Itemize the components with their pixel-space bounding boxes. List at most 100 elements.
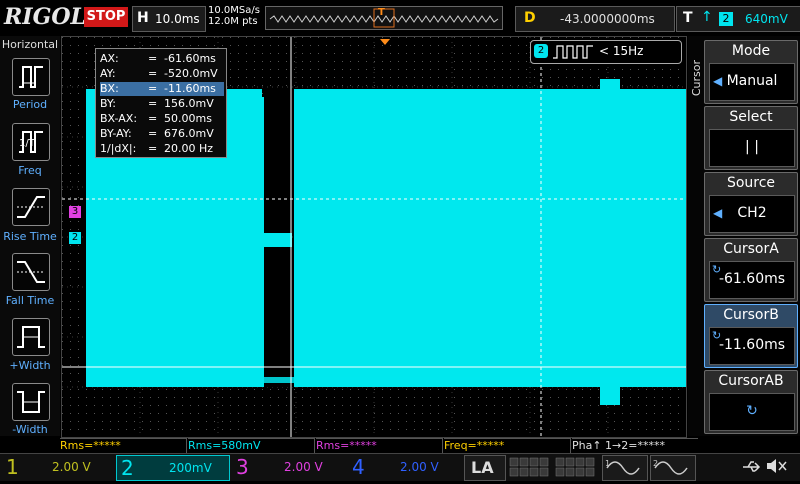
brand-logo: RIGOL: [4, 4, 86, 30]
positive-width-icon: [17, 326, 45, 348]
cursor-a-value: -61.60ms: [718, 271, 786, 287]
readout-row: BY: = 156.0mV: [100, 97, 224, 111]
readout-name: BX:: [100, 82, 119, 95]
source-menu[interactable]: Source ◀ CH2: [704, 172, 798, 236]
select-menu[interactable]: Select | |: [704, 106, 798, 170]
cursor-readout-panel: AX: = -61.60ms AY: = -520.0mV BX: = -11.…: [95, 48, 227, 158]
measurement-item[interactable]: Rms=*****: [60, 438, 187, 453]
trigger-label: T: [683, 10, 693, 26]
frequency-indicator: 2 < 15Hz: [530, 40, 682, 64]
la-label: LA: [471, 458, 494, 477]
readout-row: AY: = -520.0mV: [100, 67, 224, 81]
measurement-item[interactable]: Pha↑ 1→2=*****: [572, 438, 698, 453]
channel-3-button[interactable]: 3 2.00 V: [232, 455, 344, 479]
svg-text:1: 1: [605, 459, 610, 468]
freq-channel-badge: 2: [534, 44, 548, 58]
timebase-label: H: [137, 10, 149, 26]
cursor-ab-menu[interactable]: CursorAB ↻: [704, 370, 798, 434]
readout-equals: =: [148, 97, 158, 110]
horizontal-panel-title: Horizontal: [1, 38, 59, 51]
cursor-a-menu[interactable]: CursorA ↻ -61.60ms: [704, 238, 798, 302]
negative-width-button[interactable]: [12, 383, 50, 421]
readout-row: AX: = -61.60ms: [100, 52, 224, 66]
channel-2-scale: 200mV: [169, 461, 212, 475]
rise-time-icon: [17, 196, 45, 218]
source-2-button[interactable]: 2: [650, 455, 696, 481]
channel-1-number: 1: [6, 455, 19, 479]
readout-name: BY:: [100, 97, 116, 110]
negative-width-label: -Width: [12, 423, 48, 436]
mode-title: Mode: [731, 43, 771, 59]
usb-icon: [740, 458, 762, 476]
trigger-channel-badge: 2: [719, 12, 733, 26]
mode-menu[interactable]: Mode ◀ Manual: [704, 40, 798, 104]
readout-value: 50.00ms: [164, 112, 212, 125]
ch2-offset-marker[interactable]: 2: [69, 232, 81, 244]
channel-2-button[interactable]: 2 200mV: [116, 455, 230, 481]
channel-2-number: 2: [121, 456, 134, 480]
measurement-item[interactable]: Freq=*****: [444, 438, 571, 453]
source-1-button[interactable]: 1: [602, 455, 648, 481]
ch3-offset-marker[interactable]: 3: [69, 206, 81, 218]
speaker-muted-icon[interactable]: [764, 456, 790, 476]
digital-bits-icon: [509, 457, 595, 477]
sine-wave-icon: 2: [653, 459, 688, 475]
rising-edge-icon: ↑: [701, 9, 713, 25]
readout-value: 156.0mV: [164, 97, 214, 110]
cursor-ab-title: CursorAB: [718, 373, 784, 389]
delay-box[interactable]: D -43.0000000ms: [515, 6, 675, 32]
delay-value: -43.0000000ms: [560, 12, 655, 26]
measurement-item[interactable]: Rms=580mV: [188, 438, 315, 453]
rise-time-button[interactable]: [12, 188, 50, 226]
select-value-box: | |: [709, 129, 795, 167]
freq-icon: 1/T: [19, 131, 43, 153]
trigger-box[interactable]: T ↑ 2 640mV: [676, 6, 800, 32]
readout-equals: =: [148, 112, 158, 125]
freq-value: < 15Hz: [599, 44, 644, 58]
memory-overview: T: [265, 6, 503, 30]
readout-value: 676.0mV: [164, 127, 214, 140]
freq-button[interactable]: 1/T: [12, 123, 50, 161]
period-label: Period: [12, 98, 48, 111]
channel-1-button[interactable]: 1 2.00 V: [2, 455, 114, 479]
sample-rate: 10.0MSa/s: [208, 5, 260, 16]
cursor-b-value: -11.60ms: [718, 337, 786, 353]
timebase-box[interactable]: H 10.0ms: [132, 6, 206, 32]
readout-row-selected: BX: = -11.60ms: [100, 82, 224, 96]
cursor-ab-value-box: ↻: [709, 393, 795, 431]
rise-time-label: Rise Time: [3, 230, 57, 243]
mode-value-box: ◀ Manual: [709, 63, 795, 101]
period-button[interactable]: [12, 58, 50, 96]
source-title: Source: [726, 175, 776, 191]
cursor-b-menu[interactable]: CursorB ↻ -11.60ms: [704, 304, 798, 368]
fall-time-button[interactable]: [12, 253, 50, 291]
positive-width-button[interactable]: [12, 318, 50, 356]
measurement-item[interactable]: Rms=*****: [316, 438, 443, 453]
readout-name: 1/|dX|:: [100, 142, 137, 155]
readout-row: BY-AY: = 676.0mV: [100, 127, 224, 141]
mode-value: Manual: [726, 73, 778, 89]
readout-equals: =: [148, 67, 158, 80]
cursor-a-value-box: ↻ -61.60ms: [709, 261, 795, 299]
measurement-label: Freq=*****: [444, 439, 505, 452]
readout-equals: =: [148, 52, 158, 65]
run-stop-button[interactable]: STOP: [84, 7, 128, 27]
delay-label: D: [524, 10, 536, 26]
sine-wave-icon: 1: [605, 459, 640, 475]
channel-3-number: 3: [236, 455, 249, 479]
channel-1-scale: 2.00 V: [52, 460, 91, 474]
la-button[interactable]: LA: [464, 455, 506, 481]
channel-4-button[interactable]: 4 2.00 V: [348, 455, 460, 479]
fall-time-icon: [17, 261, 45, 283]
svg-text:2: 2: [653, 459, 658, 468]
measurement-label: Pha↑ 1→2=*****: [572, 439, 665, 452]
sample-rate-readout: 10.0MSa/s 12.0M pts: [208, 5, 260, 27]
readout-value: 20.00 Hz: [164, 142, 214, 155]
readout-name: BY-AY:: [100, 127, 132, 140]
digital-channels-indicator: [508, 456, 598, 478]
readout-row: 1/|dX|: = 20.00 Hz: [100, 142, 224, 156]
readout-value: -520.0mV: [164, 67, 218, 80]
source-value: CH2: [737, 205, 767, 221]
source-value-box: ◀ CH2: [709, 195, 795, 233]
readout-name: BX-AX:: [100, 112, 138, 125]
